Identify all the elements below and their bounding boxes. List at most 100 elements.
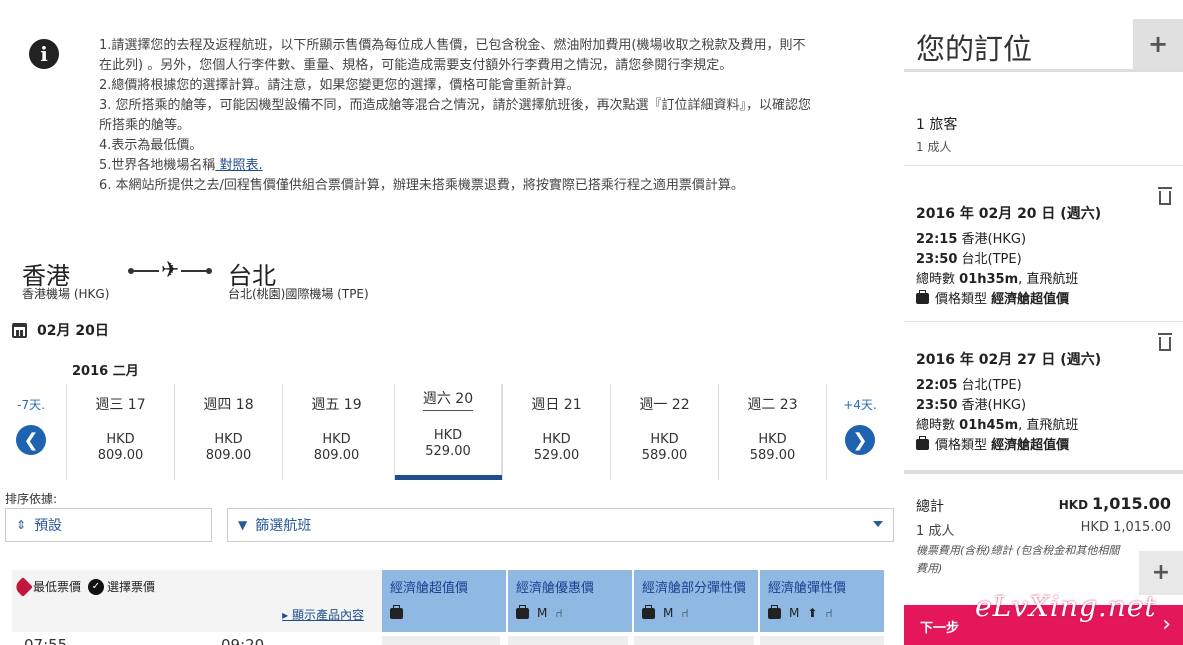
date-option[interactable]: 週二 23 HKD 589.00 — [718, 384, 826, 480]
date-option-day: 週六 20 — [422, 388, 474, 411]
divider — [904, 165, 1183, 166]
date-option-selected[interactable]: 週六 20 HKD 529.00 — [394, 384, 503, 480]
filter-select[interactable]: ▼ 篩選航班 — [227, 508, 894, 542]
check-circle-icon: ✓ — [88, 578, 104, 595]
fare-column-header[interactable]: 經濟艙超值價 — [382, 570, 506, 632]
fare-column-icons: M ⑁ — [642, 605, 689, 620]
selected-date: 02月 20日 — [37, 323, 109, 339]
next-week-label[interactable]: +4天. — [827, 396, 893, 413]
baggage-icon — [916, 436, 929, 450]
segment-departure: 22:15 香港(HKG) — [916, 232, 1027, 247]
date-option-day: 週日 21 — [531, 397, 582, 413]
sort-label: 排序依據: — [5, 492, 58, 506]
legend-lowest-label: 最低票價 — [33, 580, 82, 594]
upgrade-icon: ⬆ — [807, 606, 818, 620]
fare-column-icons: M ⬆ ⑁ — [768, 605, 833, 620]
date-option-price: 589.00 — [641, 448, 688, 463]
next-week-nav[interactable]: +4天. ❯ — [826, 384, 893, 480]
mileage-icon: M — [537, 606, 548, 620]
date-option-price: 529.00 — [533, 448, 580, 463]
origin-airport: 香港機場 (HKG) — [22, 287, 110, 301]
total-label: 總計 — [916, 499, 944, 515]
flight-segment: 2016 年 02月 27 日 (週六) 22:05 台北(TPE) 23:50… — [916, 350, 1176, 456]
legend-selected-label: 選擇票價 — [107, 580, 156, 594]
fare-cell[interactable] — [382, 636, 500, 645]
prev-week-nav[interactable]: -7天. ❮ — [5, 384, 57, 480]
fare-column-header[interactable]: 經濟艙彈性價 M ⬆ ⑁ — [760, 570, 884, 632]
notice-text: 1.請選擇您的去程及返程航班，以下所顯示售價為每位成人售價，已包含稅金、燃油附加… — [99, 36, 889, 196]
baggage-icon — [916, 290, 929, 304]
fare-cell[interactable] — [634, 636, 754, 645]
date-option-currency: HKD — [433, 428, 463, 443]
fare-cell[interactable] — [508, 636, 628, 645]
legend-selected: ✓ 選擇票價 — [88, 578, 155, 595]
show-products-link[interactable]: ▸ 顯示產品內容 — [282, 606, 364, 623]
segment-departure: 22:05 台北(TPE) — [916, 378, 1022, 393]
trash-icon — [1158, 187, 1172, 205]
segment-duration: 總時數 01h35m, 直飛航班 — [916, 272, 1079, 287]
booking-title: 您的訂位 — [916, 32, 1033, 66]
airport-table-link[interactable]: 對照表. — [215, 158, 263, 173]
passenger-detail: 1 成人 — [916, 140, 952, 154]
notice-line: 6. 本網站所提供之去/回程售價僅供組合票價計算，辦理未搭乘機票退費，將按實際已… — [99, 178, 744, 193]
total-note: 機票費用(含稅)總計 (包含稅金和其他相關費用) — [916, 544, 1120, 575]
seat-icon: ⑁ — [681, 606, 689, 620]
baggage-icon — [390, 605, 403, 619]
date-option-price: 589.00 — [749, 448, 796, 463]
route-header: 香港 香港機場 (HKG) ✈ 台北 台北(桃園)國際機場 (TPE) — [22, 256, 442, 302]
baggage-icon — [768, 605, 781, 619]
date-option-day: 週四 18 — [203, 397, 254, 413]
info-icon: i — [29, 39, 59, 69]
baggage-icon — [642, 605, 655, 619]
expand-booking-button[interactable]: + — [1133, 19, 1183, 69]
expand-total-button[interactable]: + — [1139, 551, 1183, 595]
flight-segment: 2016 年 02月 20 日 (週六) 22:15 香港(HKG) 23:50… — [916, 204, 1176, 310]
notice-line: 所搭乘的艙等。 — [99, 118, 191, 133]
notice-line: 5.世界各地機場名稱 對照表. — [99, 156, 889, 176]
date-option[interactable]: 週三 17 HKD 809.00 — [66, 384, 174, 480]
prev-week-label[interactable]: -7天. — [5, 396, 57, 413]
chevron-down-icon — [873, 521, 883, 527]
date-option[interactable]: 週日 21 HKD 529.00 — [502, 384, 610, 480]
segment-fare: 價格類型 經濟艙超值價 — [916, 290, 1176, 310]
notice-line: 4.表示為最低價。 — [99, 138, 203, 153]
date-option-price: 809.00 — [205, 448, 252, 463]
calendar-icon — [12, 322, 27, 338]
mileage-icon: M — [789, 606, 800, 620]
notice-line: 1.請選擇您的去程及返程航班，以下所顯示售價為每位成人售價，已包含稅金、燃油附加… — [99, 38, 806, 53]
date-option-currency: HKD — [542, 432, 571, 447]
date-option[interactable]: 週四 18 HKD 809.00 — [174, 384, 282, 480]
date-option-price: 529.00 — [425, 444, 471, 459]
filter-icon: ▼ — [238, 518, 248, 532]
watermark-logo: eLvXing.net — [975, 590, 1157, 623]
flight-arrival-time: 09:20 — [221, 636, 265, 645]
date-option-currency: HKD — [214, 432, 243, 447]
destination-airport: 台北(桃園)國際機場 (TPE) — [228, 287, 369, 301]
date-option[interactable]: 週一 22 HKD 589.00 — [610, 384, 718, 480]
segment-date: 2016 年 02月 20 日 (週六) — [916, 206, 1102, 222]
arrow-right-icon[interactable]: ❯ — [845, 425, 875, 455]
arrow-left-icon[interactable]: ❮ — [16, 425, 46, 455]
show-products-label[interactable]: 顯示產品內容 — [292, 608, 364, 622]
date-option[interactable]: 週五 19 HKD 809.00 — [282, 384, 390, 480]
fare-column-header[interactable]: 經濟艙優惠價 M ⑁ — [508, 570, 632, 632]
fare-cell[interactable] — [760, 636, 884, 645]
fare-column-header[interactable]: 經濟艙部分彈性價 M ⑁ — [634, 570, 758, 632]
date-option-currency: HKD — [322, 432, 351, 447]
date-option-price: 809.00 — [97, 448, 144, 463]
passenger-count: 1 旅客 — [916, 117, 958, 133]
legend-lowest: 最低票價 — [13, 576, 82, 597]
plane-icon: ✈ — [159, 258, 182, 283]
seat-icon: ⑁ — [825, 606, 833, 620]
fare-column-icons: M ⑁ — [516, 605, 563, 620]
fare-column-name: 經濟艙超值價 — [390, 581, 469, 596]
date-option-day: 週三 17 — [95, 397, 146, 413]
sort-select[interactable]: ⇕ 預設 — [5, 508, 212, 542]
segment-fare: 價格類型 經濟艙超值價 — [916, 436, 1176, 456]
notice-line5-prefix: 5.世界各地機場名稱 — [99, 158, 216, 173]
total-summary: 總計 HKD 1,015.00 1 成人 HKD 1,015.00 機票費用(含稅… — [904, 470, 1183, 605]
notice-line: 3. 您所搭乘的艙等，可能因機型設備不同，而造成艙等混合之情況，請於選擇航班後，… — [99, 98, 812, 113]
mileage-icon: M — [663, 606, 674, 620]
baggage-icon — [516, 605, 529, 619]
price-tag-icon — [13, 576, 33, 597]
